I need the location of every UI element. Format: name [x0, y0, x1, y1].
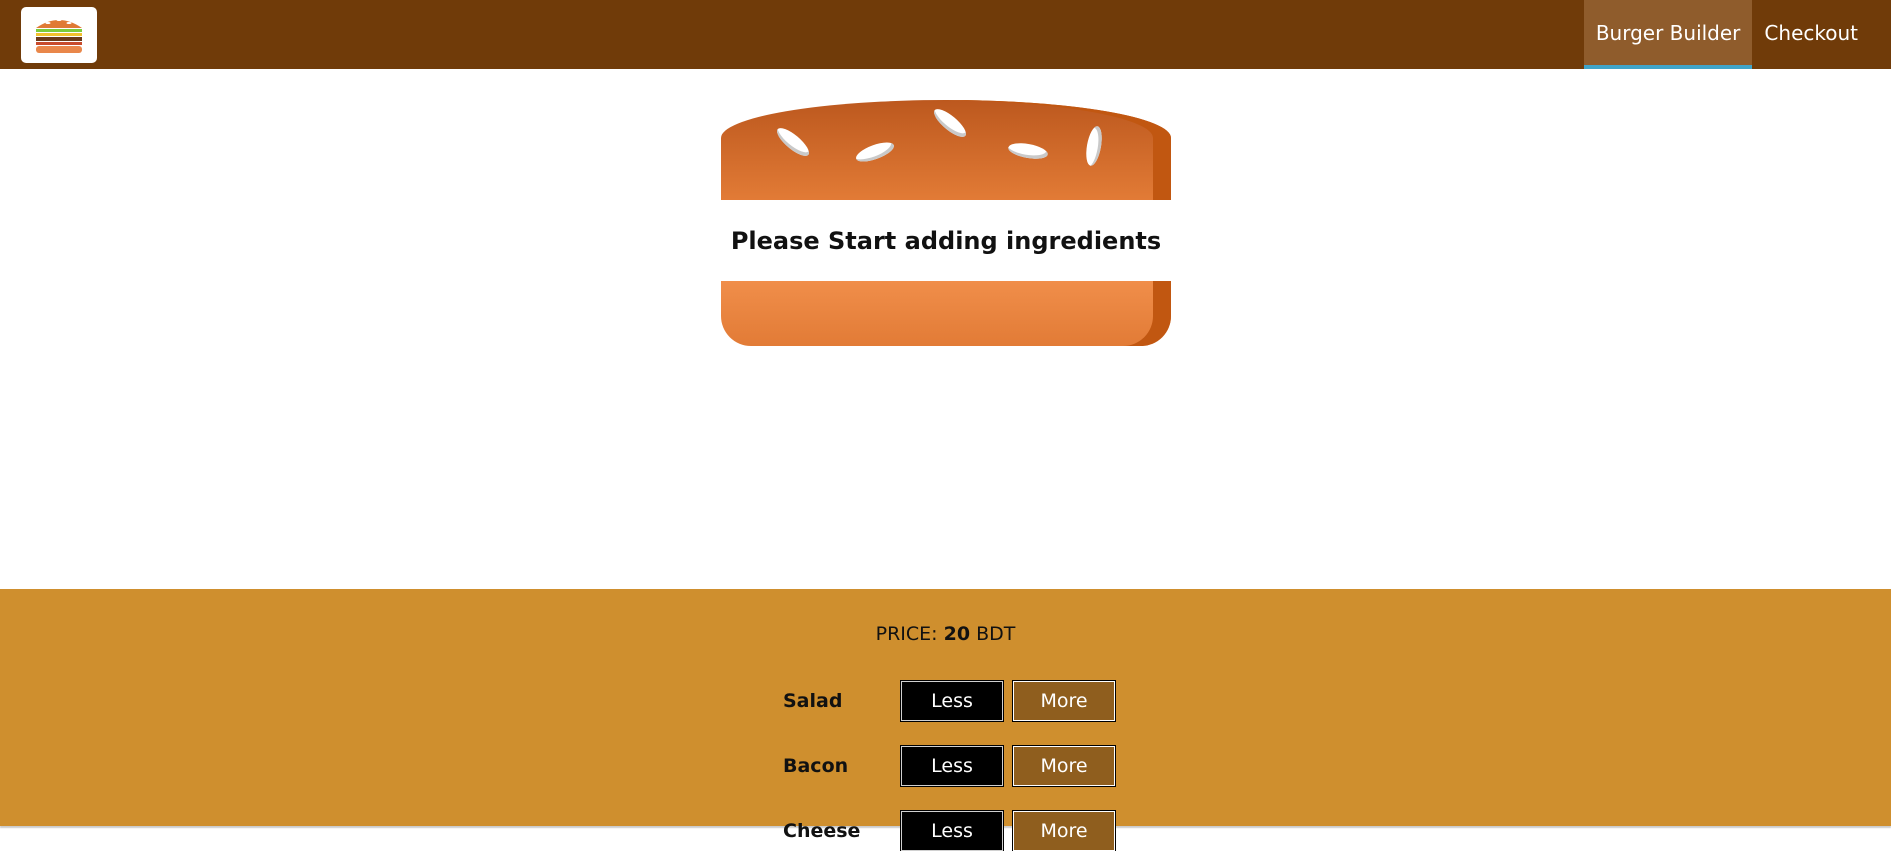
control-row-bacon: Bacon Less More — [783, 745, 1125, 787]
control-row-cheese: Cheese Less More — [783, 810, 1125, 851]
empty-burger-message: Please Start adding ingredients — [730, 226, 1162, 255]
seed — [773, 123, 813, 161]
price-value: 20 — [943, 623, 971, 645]
seed — [853, 138, 897, 166]
price-currency: BDT — [976, 623, 1016, 645]
more-bacon-button[interactable]: More — [1012, 745, 1116, 787]
more-cheese-button[interactable]: More — [1012, 810, 1116, 851]
bread-top — [721, 100, 1171, 200]
nav-burger-builder[interactable]: Burger Builder — [1583, 0, 1753, 69]
logo[interactable] — [21, 6, 97, 63]
control-row-salad: Salad Less More — [783, 680, 1125, 722]
ingredient-label: Bacon — [783, 755, 849, 777]
ingredient-label: Cheese — [783, 820, 861, 842]
build-controls: PRICE: 20 BDT Salad Less More Bacon Less… — [0, 589, 1891, 851]
burger: Please Start adding ingredients — [721, 100, 1171, 346]
less-cheese-button[interactable]: Less — [900, 810, 1004, 851]
burger-area: Please Start adding ingredients — [0, 69, 1891, 589]
burger-logo-icon — [36, 18, 82, 53]
nav-checkout[interactable]: Checkout — [1752, 0, 1891, 69]
bread-bottom — [721, 281, 1171, 346]
nav: Burger Builder Checkout — [1583, 0, 1891, 69]
ingredient-label: Salad — [783, 690, 843, 712]
more-salad-button[interactable]: More — [1012, 680, 1116, 722]
seed — [1083, 125, 1105, 167]
seed — [1007, 140, 1049, 162]
price-prefix: PRICE: — [875, 623, 938, 645]
less-bacon-button[interactable]: Less — [900, 745, 1004, 787]
seed — [930, 104, 970, 142]
toolbar: Burger Builder Checkout — [0, 0, 1891, 69]
price: PRICE: 20 BDT — [0, 623, 1891, 645]
less-salad-button[interactable]: Less — [900, 680, 1004, 722]
